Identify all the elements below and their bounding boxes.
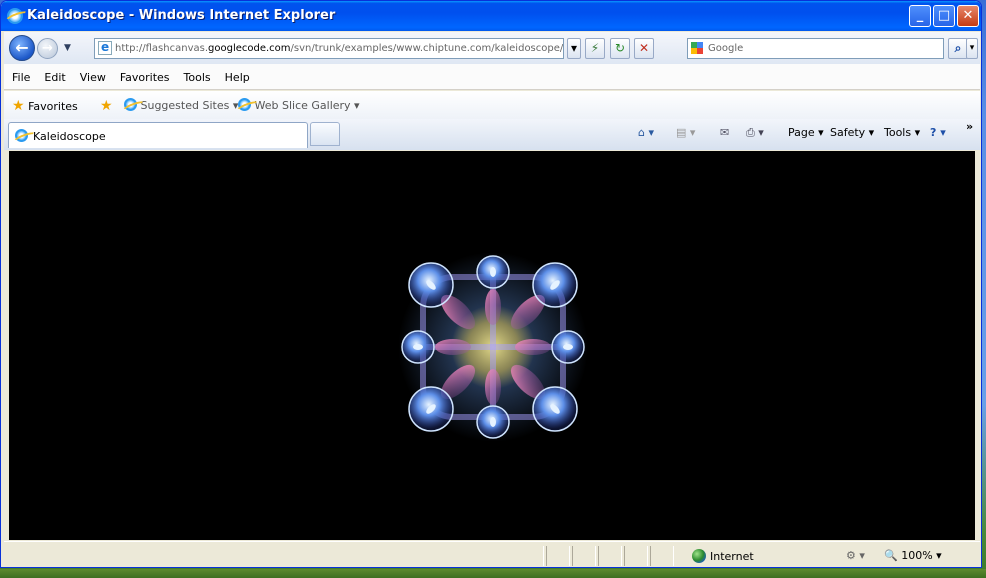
ie-page-icon [124,98,137,111]
status-text-pane [4,546,544,566]
suggested-sites-link[interactable]: Suggested Sites ▾ [124,98,238,112]
security-zone[interactable]: Internet [692,549,754,563]
back-button[interactable]: ← [9,35,35,61]
web-slice-gallery-link[interactable]: Web Slice Gallery ▾ [238,98,360,112]
menu-tools[interactable]: Tools [176,64,217,84]
print-button[interactable]: ⎙ ▾ [746,126,764,140]
zoom-dropdown-icon: ▾ [936,549,942,562]
suggested-sites-label: Suggested Sites ▾ [140,99,239,112]
zoom-level: 100% [901,549,933,562]
page-icon [98,39,112,57]
title-bar[interactable]: Kaleidoscope - Windows Internet Explorer… [1,1,981,31]
maximize-button[interactable]: □ [933,5,955,27]
more-commands-chevron[interactable]: » [966,120,973,133]
stop-button[interactable]: ✕ [634,38,654,59]
home-button[interactable]: ⌂ ▾ [638,126,654,139]
tab-label: Kaleidoscope [33,130,106,143]
tab-bar: Kaleidoscope ⌂ ▾ ▤ ▾ ✉ ⎙ ▾ Page ▾ Safety… [4,119,980,150]
help-button[interactable]: ? ▾ [930,126,946,139]
tab-kaleidoscope[interactable]: Kaleidoscope [8,122,308,148]
ie-window: Kaleidoscope - Windows Internet Explorer… [0,0,982,568]
recent-pages-dropdown-icon[interactable]: ▼ [64,43,71,53]
window-title: Kaleidoscope - Windows Internet Explorer [27,8,336,23]
close-window-button[interactable]: ✕ [957,5,979,27]
zone-label: Internet [710,550,754,563]
search-button[interactable]: ⌕ [948,38,968,59]
url-suffix: /svn/trunk/examples/www.chiptune.com/kal… [290,43,564,54]
address-input[interactable]: http://flashcanvas.googlecode.com/svn/tr… [94,38,564,59]
status-bar: Internet ⚙ ▾ 🔍 100% ▾ [4,541,980,567]
minimize-button[interactable]: _ [909,5,931,27]
desktop-background [0,569,986,578]
url-domain: googlecode.com [208,43,291,54]
new-tab-button[interactable] [310,122,340,146]
safety-menu[interactable]: Safety ▾ [830,126,874,139]
feeds-button[interactable]: ▤ ▾ [676,126,695,139]
favorites-bar: ★ Favorites ★ Suggested Sites ▾ Web Slic… [4,91,980,119]
menu-view[interactable]: View [72,64,112,84]
google-icon [691,42,703,54]
menu-edit[interactable]: Edit [36,64,71,84]
search-options-button[interactable]: ▾ [966,38,978,59]
kaleidoscope-animation [398,252,588,442]
menu-bar: File Edit View Favorites Tools Help [4,64,980,90]
search-placeholder: Google [708,43,744,54]
forward-button[interactable]: → [37,38,58,59]
menu-favorites[interactable]: Favorites [112,64,176,84]
tools-menu[interactable]: Tools ▾ [884,126,920,139]
favorites-star-icon: ★ [12,98,25,114]
menu-file[interactable]: File [4,64,36,84]
compatibility-view-button[interactable]: ⚡ [585,38,605,59]
read-mail-button[interactable]: ✉ [720,126,729,139]
menu-help[interactable]: Help [217,64,256,84]
magnifier-icon: 🔍 [884,549,898,562]
refresh-button[interactable]: ↻ [610,38,630,59]
address-dropdown-button[interactable]: ▾ [567,38,581,59]
web-slice-gallery-label: Web Slice Gallery ▾ [254,99,360,112]
tab-ie-icon [15,129,28,142]
ie-page-icon [238,98,251,111]
favorites-button[interactable]: ★ Favorites [12,98,78,114]
page-content [9,151,975,540]
protected-mode-icon[interactable]: ⚙ ▾ [846,549,865,562]
page-menu[interactable]: Page ▾ [788,126,824,139]
search-input[interactable]: Google [687,38,944,59]
favorites-label: Favorites [28,100,78,113]
globe-icon [692,549,706,563]
ie-logo-icon [7,8,23,24]
zoom-control[interactable]: 🔍 100% ▾ [884,549,942,562]
add-to-favorites-bar-icon[interactable]: ★ [100,98,113,114]
navigation-bar: ← → ▼ http://flashcanvas.googlecode.com/… [4,32,980,64]
url-prefix: http://flashcanvas. [115,43,209,54]
